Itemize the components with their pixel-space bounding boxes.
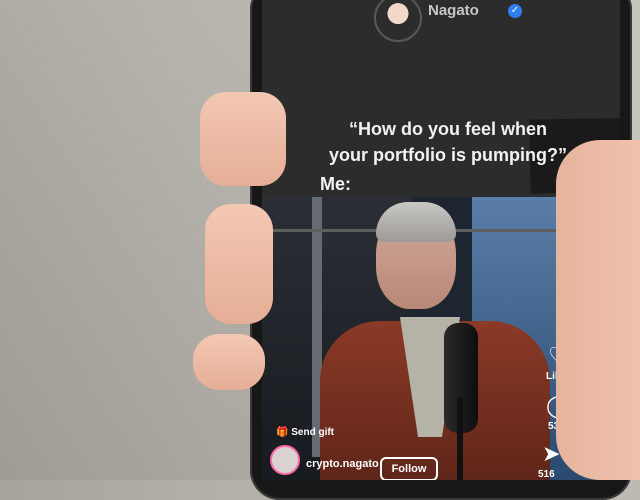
person-hair [376, 202, 456, 242]
caption-me: Me: [320, 174, 351, 194]
account-name[interactable]: crypto.nagato [306, 458, 379, 470]
avatar[interactable] [374, 0, 422, 42]
gift-icon: 🎁 [276, 427, 289, 438]
palm [556, 140, 640, 480]
verified-icon: ✓ [508, 4, 522, 18]
username-label[interactable]: Nagato [428, 2, 479, 19]
send-gift-button[interactable]: 🎁 Send gift [276, 427, 334, 438]
finger-top [200, 92, 286, 186]
follow-button[interactable]: Follow [380, 457, 438, 480]
finger-middle [205, 204, 273, 324]
caption-line-1: “How do you feel when [348, 119, 547, 139]
account-avatar[interactable] [270, 445, 300, 475]
send-gift-label: Send gift [291, 427, 335, 438]
shares-count: 516 [538, 469, 555, 480]
microphone-arm [457, 397, 463, 480]
finger-bottom [193, 334, 265, 390]
caption-text: “How do you feel when your portfolio is … [288, 116, 608, 168]
